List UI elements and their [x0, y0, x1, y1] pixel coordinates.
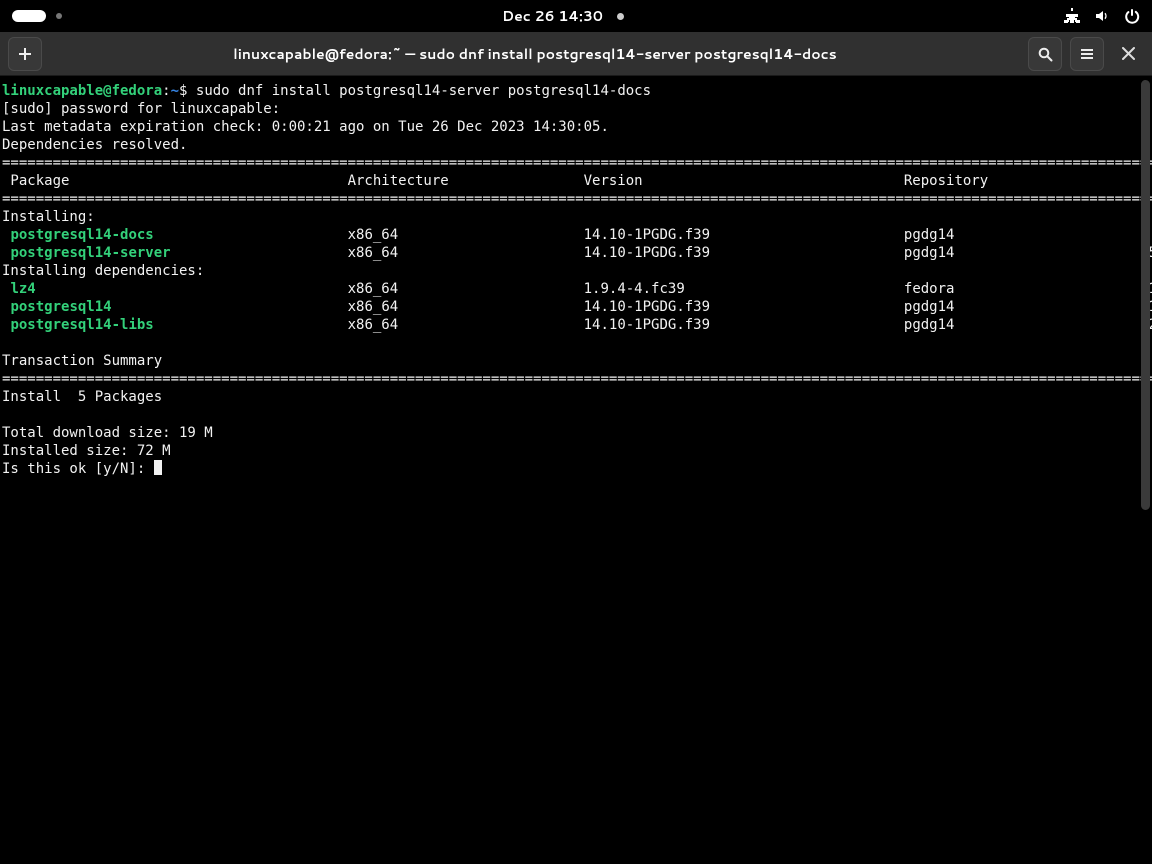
- network-icon[interactable]: [1064, 8, 1080, 24]
- new-tab-button[interactable]: [8, 37, 42, 71]
- search-button[interactable]: [1028, 37, 1062, 71]
- window-titlebar: linuxcapable@fedora:~ — sudo dnf install…: [0, 32, 1152, 76]
- window-close-button[interactable]: [1112, 38, 1144, 70]
- window-title: linuxcapable@fedora:~ — sudo dnf install…: [42, 44, 1028, 64]
- power-icon[interactable]: [1124, 8, 1140, 24]
- volume-icon[interactable]: [1094, 8, 1110, 24]
- terminal-viewport[interactable]: linuxcapable@fedora:~$ sudo dnf install …: [0, 76, 1152, 864]
- terminal-output[interactable]: linuxcapable@fedora:~$ sudo dnf install …: [0, 76, 1152, 484]
- scrollbar-thumb[interactable]: [1141, 80, 1150, 510]
- notification-dot-icon: [617, 13, 624, 20]
- clock-area[interactable]: Dec 26 14:30: [502, 6, 624, 26]
- activities-pill[interactable]: [12, 10, 46, 22]
- gnome-topbar: Dec 26 14:30: [0, 0, 1152, 32]
- clock-text: Dec 26 14:30: [502, 6, 603, 26]
- workspace-dot[interactable]: [56, 13, 62, 19]
- hamburger-menu-button[interactable]: [1070, 37, 1104, 71]
